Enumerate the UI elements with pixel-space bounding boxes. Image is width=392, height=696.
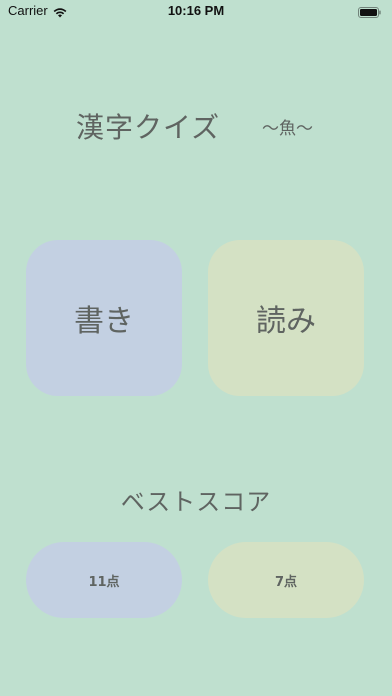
write-mode-button[interactable]: 書き [26, 240, 182, 396]
battery-icon [358, 6, 381, 18]
status-bar: Carrier 10:16 PM [0, 0, 392, 24]
read-best-score: 7点 [208, 542, 364, 618]
read-best-score-value: 7点 [274, 574, 298, 590]
write-best-score-value: 11点 [88, 574, 120, 590]
best-score-heading: ベストスコア [120, 488, 272, 516]
status-time: 10:16 PM [167, 3, 225, 18]
write-best-score: 11点 [26, 542, 182, 618]
read-mode-button[interactable]: 読み [208, 240, 364, 396]
app-title: 漢字クイズ [76, 111, 221, 144]
write-mode-label: 書き [74, 304, 134, 339]
app-subtitle: 〜魚〜 [262, 119, 313, 139]
read-mode-label: 読み [256, 304, 316, 339]
